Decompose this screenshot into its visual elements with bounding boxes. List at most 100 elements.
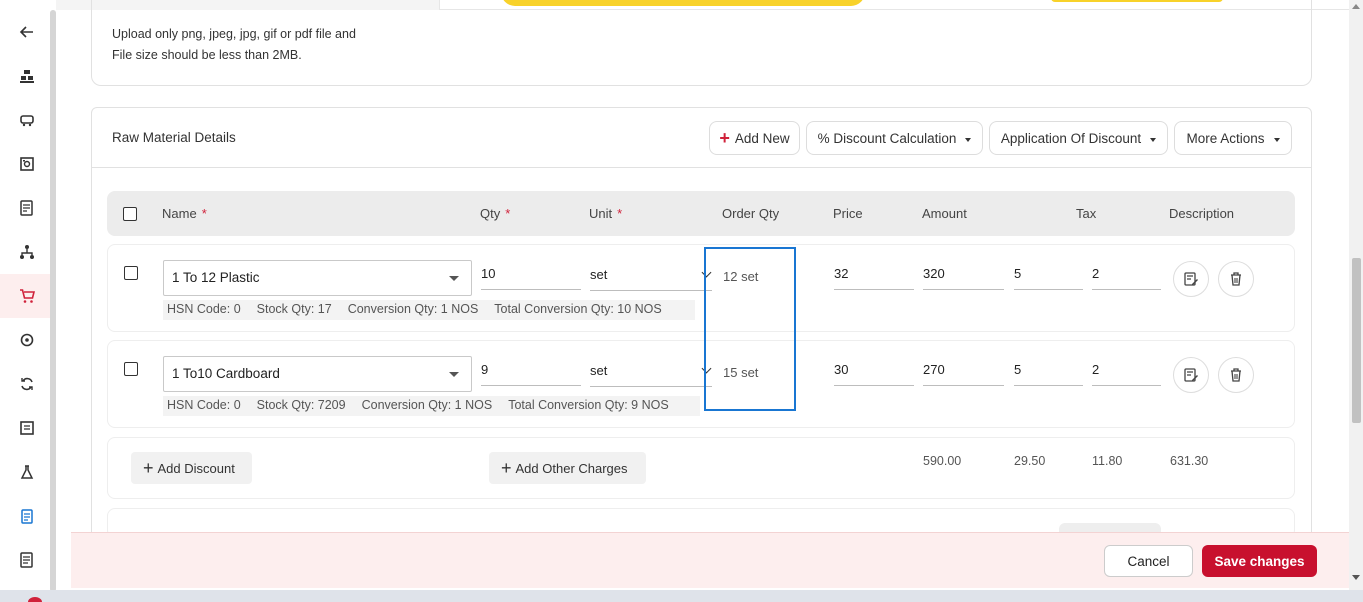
edit-button[interactable] <box>1173 357 1209 393</box>
upload-note-line1: Upload only png, jpeg, jpg, gif or pdf f… <box>112 27 356 41</box>
amount-input[interactable]: 270 <box>923 356 1004 386</box>
application-of-discount-label: Application Of Discount <box>1000 130 1142 146</box>
qty-input[interactable]: 10 <box>481 260 581 290</box>
caret-down-icon <box>1273 137 1280 142</box>
status-dot-icon <box>28 597 42 602</box>
caret-down-icon <box>1150 137 1157 142</box>
price-input[interactable]: 32 <box>834 260 914 290</box>
upload-note-line2: File size should be less than 2MB. <box>112 48 302 62</box>
bottom-strip <box>0 590 1363 602</box>
select-all-checkbox[interactable] <box>123 207 137 221</box>
modal-footer: Cancel Save changes <box>71 532 1349 588</box>
description-input[interactable]: 2 <box>1092 356 1161 386</box>
clipboard-icon[interactable] <box>15 504 39 528</box>
item-name-select[interactable]: 1 To 12 Plastic <box>163 260 472 296</box>
add-other-charges-button[interactable]: + Add Other Charges <box>489 452 646 484</box>
totals-row: + Add Discount + Add Other Charges 590.0… <box>107 437 1295 499</box>
item-name-value: 1 To10 Cardboard <box>172 366 280 381</box>
add-new-button[interactable]: + Add New <box>709 121 800 155</box>
unit-value: set <box>590 267 608 282</box>
item-name-select[interactable]: 1 To10 Cardboard <box>163 356 472 392</box>
edit-note-icon <box>1184 272 1198 286</box>
table-header: Name * Qty * Unit * Order Qty Price Amount … <box>107 191 1295 236</box>
sidebar <box>0 0 50 602</box>
item-meta: HSN Code: 0 Stock Qty: 7209 Conversion Q… <box>163 396 700 416</box>
discount-calculation-label: % Discount Calculation <box>817 130 957 146</box>
edit-note-icon <box>1184 368 1198 382</box>
total-conversion-qty: Total Conversion Qty: 10 NOS <box>494 302 662 316</box>
network-icon[interactable] <box>15 240 39 264</box>
discount-calculation-dropdown[interactable]: % Discount Calculation <box>806 121 983 155</box>
more-actions-dropdown[interactable]: More Actions <box>1174 121 1292 155</box>
price-input[interactable]: 30 <box>834 356 914 386</box>
unit-value: set <box>590 363 608 378</box>
stock-qty: Stock Qty: 7209 <box>256 398 346 412</box>
header-price: Price <box>833 206 863 221</box>
cart-icon[interactable] <box>15 284 39 308</box>
total-amount: 590.00 <box>923 454 962 468</box>
tax-input[interactable]: 5 <box>1014 356 1083 386</box>
dropdown-arrow-icon <box>449 276 459 281</box>
scroll-down-icon[interactable] <box>1352 575 1360 580</box>
add-discount-label: Add Discount <box>157 460 235 476</box>
qty-input[interactable]: 9 <box>481 356 581 386</box>
trash-icon <box>1231 272 1241 286</box>
grand-total: 631.30 <box>1170 454 1209 468</box>
scrollbar-thumb[interactable] <box>1352 258 1361 423</box>
plus-icon: + <box>143 458 154 478</box>
invoice-icon[interactable] <box>15 548 39 572</box>
unit-select[interactable]: set <box>590 357 712 387</box>
cancel-button[interactable]: Cancel <box>1104 545 1193 577</box>
row-checkbox[interactable] <box>124 266 138 280</box>
edit-button[interactable] <box>1173 261 1209 297</box>
plus-icon: + <box>719 128 730 148</box>
hsn-code: HSN Code: 0 <box>167 398 241 412</box>
dropdown-arrow-icon <box>449 372 459 377</box>
register-icon[interactable] <box>15 152 39 176</box>
back-arrow-icon[interactable] <box>15 20 39 44</box>
raw-material-header: Raw Material Details + Add New % Discoun… <box>92 108 1311 168</box>
header-qty: Qty * <box>480 206 511 221</box>
delete-button[interactable] <box>1218 261 1254 297</box>
application-of-discount-dropdown[interactable]: Application Of Discount <box>989 121 1168 155</box>
unit-select[interactable]: set <box>590 261 712 291</box>
header-unit: Unit * <box>589 206 623 221</box>
row-checkbox[interactable] <box>124 362 138 376</box>
header-name: Name * <box>162 206 207 221</box>
item-name-value: 1 To 12 Plastic <box>172 270 260 285</box>
sync-icon[interactable] <box>15 372 39 396</box>
truck-icon[interactable] <box>15 108 39 132</box>
conversion-qty: Conversion Qty: 1 NOS <box>347 302 479 316</box>
hsn-code: HSN Code: 0 <box>167 302 241 316</box>
vertical-scrollbar[interactable] <box>1349 0 1363 590</box>
add-other-charges-label: Add Other Charges <box>515 460 628 476</box>
warehouse-icon[interactable] <box>15 64 39 88</box>
add-new-label: Add New <box>734 130 790 146</box>
header-order-qty: Order Qty <box>722 206 780 221</box>
order-qty-highlight-box <box>704 247 796 411</box>
conversion-qty: Conversion Qty: 1 NOS <box>361 398 493 412</box>
document-icon[interactable] <box>15 416 39 440</box>
header-description: Description <box>1169 206 1235 221</box>
delete-button[interactable] <box>1218 357 1254 393</box>
trash-icon <box>1231 368 1241 382</box>
caret-down-icon <box>965 137 972 142</box>
report-icon[interactable] <box>15 196 39 220</box>
more-actions-label: More Actions <box>1186 130 1265 146</box>
raw-material-title: Raw Material Details <box>112 130 236 145</box>
amount-input[interactable]: 320 <box>923 260 1004 290</box>
header-amount: Amount <box>922 206 967 221</box>
refresh-cycle-icon[interactable] <box>15 328 39 352</box>
sidebar-scrollbar[interactable] <box>50 10 56 592</box>
stock-qty: Stock Qty: 17 <box>256 302 332 316</box>
scroll-up-icon[interactable] <box>1352 4 1360 9</box>
flask-icon[interactable] <box>15 460 39 484</box>
upload-note-card: Upload only png, jpeg, jpg, gif or pdf f… <box>91 0 1312 86</box>
table-row: 1 To 12 Plastic 10 set 12 set 32 320 5 2… <box>107 244 1295 332</box>
description-input[interactable]: 2 <box>1092 260 1161 290</box>
tax-input[interactable]: 5 <box>1014 260 1083 290</box>
total-other: 11.80 <box>1092 454 1123 468</box>
total-tax: 29.50 <box>1014 454 1046 468</box>
add-discount-button[interactable]: + Add Discount <box>131 452 252 484</box>
save-changes-button[interactable]: Save changes <box>1202 545 1317 577</box>
